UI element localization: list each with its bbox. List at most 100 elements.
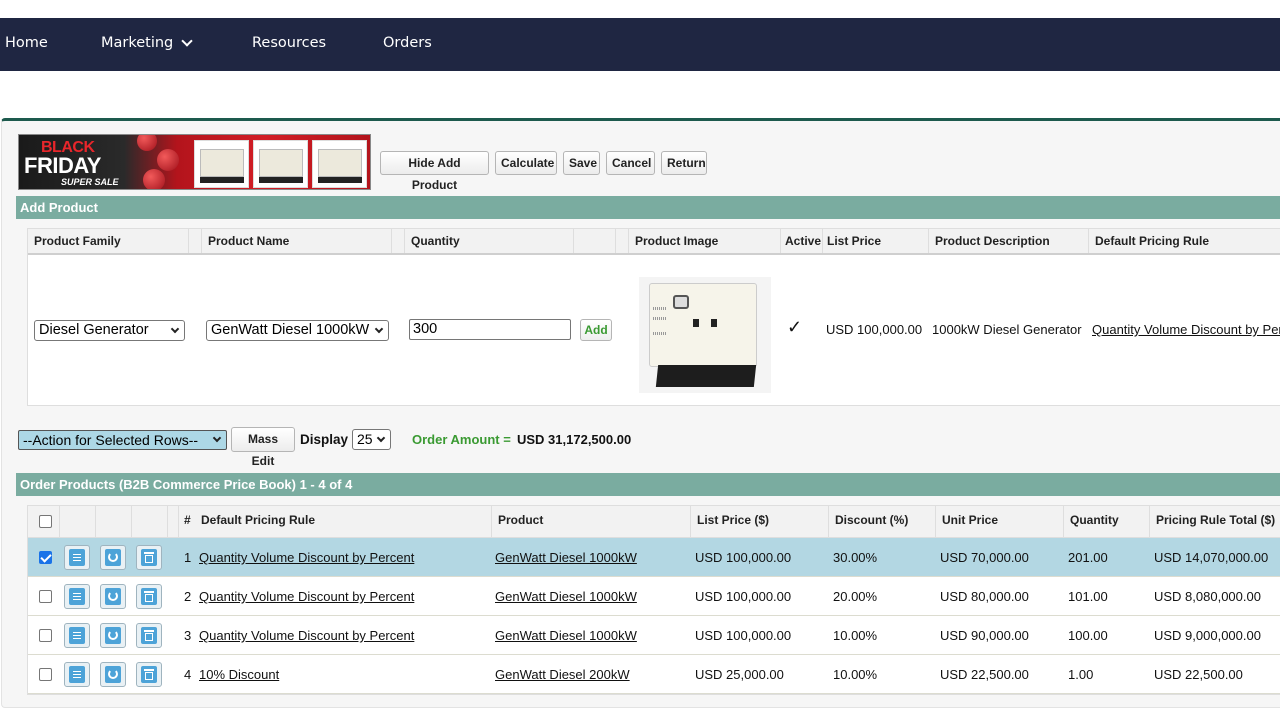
nav-home-label: Home bbox=[5, 35, 48, 51]
product-family-select[interactable]: Diesel Generator bbox=[34, 320, 185, 341]
col-spacer bbox=[95, 506, 131, 538]
hide-add-product-button[interactable]: Hide Add Product bbox=[380, 151, 489, 192]
refresh-row-button[interactable] bbox=[100, 545, 126, 570]
table-row: 2 Quantity Volume Discount by Percent Ge… bbox=[28, 577, 1280, 616]
col-product-image: Product Image bbox=[628, 229, 780, 253]
col-product-name: Product Name bbox=[201, 229, 391, 253]
nav-item-home[interactable]: Home bbox=[5, 35, 48, 51]
col-list-price: List Price bbox=[822, 229, 928, 253]
col-quantity: Quantity bbox=[1063, 506, 1149, 538]
add-product-header: Add Product bbox=[16, 196, 1280, 219]
order-amount-value: USD 31,172,500.00 bbox=[517, 432, 632, 447]
delete-row-button[interactable] bbox=[136, 584, 162, 609]
generator-thumb-icon bbox=[312, 140, 367, 188]
delete-row-button[interactable] bbox=[136, 545, 162, 570]
col-product: Product bbox=[491, 506, 690, 538]
unit-price-cell: USD 22,500.00 bbox=[940, 667, 1029, 682]
action-for-selected-rows-select[interactable]: --Action for Selected Rows-- bbox=[18, 430, 227, 450]
refresh-icon bbox=[105, 549, 121, 566]
product-link[interactable]: GenWatt Diesel 1000kW bbox=[495, 616, 637, 655]
select-all-checkbox[interactable] bbox=[39, 515, 52, 528]
nav-orders-label: Orders bbox=[383, 35, 432, 51]
generator-thumb-icon bbox=[253, 140, 308, 188]
pricing-rule-total-cell: USD 9,000,000.00 bbox=[1154, 628, 1261, 643]
refresh-row-button[interactable] bbox=[100, 662, 126, 687]
refresh-row-button[interactable] bbox=[100, 584, 126, 609]
trash-icon bbox=[141, 588, 157, 605]
list-price-cell: USD 25,000.00 bbox=[695, 667, 784, 682]
discount-cell: 10.00% bbox=[833, 628, 878, 643]
col-spacer bbox=[615, 229, 628, 253]
copy-row-button[interactable] bbox=[64, 545, 90, 570]
col-spacer bbox=[188, 229, 201, 253]
nav-item-marketing[interactable]: Marketing bbox=[101, 35, 193, 51]
row-checkbox[interactable] bbox=[39, 551, 52, 564]
pricing-rule-total-cell: USD 22,500.00 bbox=[1154, 667, 1243, 682]
quantity-input[interactable]: 300 bbox=[409, 319, 571, 340]
product-name-select[interactable]: GenWatt Diesel 1000kW bbox=[206, 320, 389, 341]
table-row: 4 10% Discount GenWatt Diesel 200kW USD … bbox=[28, 655, 1280, 694]
pricing-rule-total-cell: USD 14,070,000.00 bbox=[1154, 550, 1269, 565]
display-count-select[interactable]: 25 bbox=[352, 429, 391, 450]
ornament-icon bbox=[137, 135, 157, 151]
display-count-value: 25 bbox=[357, 431, 373, 447]
quantity-cell: 101.00 bbox=[1068, 589, 1108, 604]
calculate-button[interactable]: Calculate bbox=[495, 151, 557, 175]
mass-edit-button[interactable]: Mass Edit bbox=[231, 427, 295, 468]
ornament-icon bbox=[157, 149, 179, 171]
unit-price-cell: USD 70,000.00 bbox=[940, 550, 1029, 565]
product-description-value: 1000kW Diesel Generator bbox=[932, 322, 1082, 337]
row-checkbox[interactable] bbox=[39, 629, 52, 642]
delete-row-button[interactable] bbox=[136, 662, 162, 687]
row-checkbox[interactable] bbox=[39, 668, 52, 681]
refresh-row-button[interactable] bbox=[100, 623, 126, 648]
refresh-icon bbox=[105, 666, 121, 683]
top-nav: Home Marketing Resources Orders bbox=[0, 18, 1280, 71]
add-button[interactable]: Add bbox=[580, 319, 612, 341]
nav-item-orders[interactable]: Orders bbox=[383, 35, 432, 51]
list-price-cell: USD 100,000.00 bbox=[695, 589, 792, 604]
nav-item-resources[interactable]: Resources bbox=[252, 35, 326, 51]
copy-row-button[interactable] bbox=[64, 584, 90, 609]
quantity-cell: 201.00 bbox=[1068, 550, 1108, 565]
save-button[interactable]: Save bbox=[563, 151, 600, 175]
col-row-number: # bbox=[178, 506, 195, 538]
add-product-table-header: Product Family Product Name Quantity Pro… bbox=[28, 229, 1280, 255]
copy-row-button[interactable] bbox=[64, 662, 90, 687]
chevron-down-icon bbox=[181, 35, 193, 47]
col-default-pricing-rule: Default Pricing Rule bbox=[1088, 229, 1280, 253]
order-products-table: # Default Pricing Rule Product List Pric… bbox=[27, 505, 1280, 695]
chevron-down-icon bbox=[212, 433, 222, 443]
trash-icon bbox=[141, 627, 157, 644]
product-link[interactable]: GenWatt Diesel 200kW bbox=[495, 655, 630, 694]
refresh-icon bbox=[105, 588, 121, 605]
discount-cell: 30.00% bbox=[833, 550, 878, 565]
return-button[interactable]: Return bbox=[661, 151, 707, 175]
col-unit-price: Unit Price bbox=[935, 506, 1063, 538]
chevron-down-icon bbox=[374, 324, 384, 334]
action-select-value: --Action for Selected Rows-- bbox=[23, 432, 199, 448]
cancel-button[interactable]: Cancel bbox=[606, 151, 655, 175]
chevron-down-icon bbox=[170, 324, 180, 334]
default-pricing-rule-link[interactable]: Quantity Volume Discount by Percent bbox=[1092, 322, 1280, 337]
banner-line-3: SUPER SALE bbox=[61, 177, 119, 187]
discount-cell: 10.00% bbox=[833, 667, 878, 682]
row-checkbox[interactable] bbox=[39, 590, 52, 603]
pricing-rule-link[interactable]: Quantity Volume Discount by Percent bbox=[199, 616, 414, 655]
pricing-rule-link[interactable]: Quantity Volume Discount by Percent bbox=[199, 538, 414, 577]
pricing-rule-link[interactable]: 10% Discount bbox=[199, 655, 279, 694]
product-link[interactable]: GenWatt Diesel 1000kW bbox=[495, 538, 637, 577]
delete-row-button[interactable] bbox=[136, 623, 162, 648]
product-link[interactable]: GenWatt Diesel 1000kW bbox=[495, 577, 637, 616]
col-quantity: Quantity bbox=[404, 229, 573, 253]
nav-marketing-label: Marketing bbox=[101, 35, 174, 51]
quantity-cell: 1.00 bbox=[1068, 667, 1094, 682]
col-spacer bbox=[59, 506, 95, 538]
col-spacer bbox=[573, 229, 615, 253]
col-discount: Discount (%) bbox=[828, 506, 935, 538]
pricing-rule-link[interactable]: Quantity Volume Discount by Percent bbox=[199, 577, 414, 616]
col-spacer bbox=[131, 506, 167, 538]
order-products-header: Order Products (B2B Commerce Price Book)… bbox=[16, 473, 1280, 496]
row-number: 1 bbox=[184, 550, 192, 565]
copy-row-button[interactable] bbox=[64, 623, 90, 648]
